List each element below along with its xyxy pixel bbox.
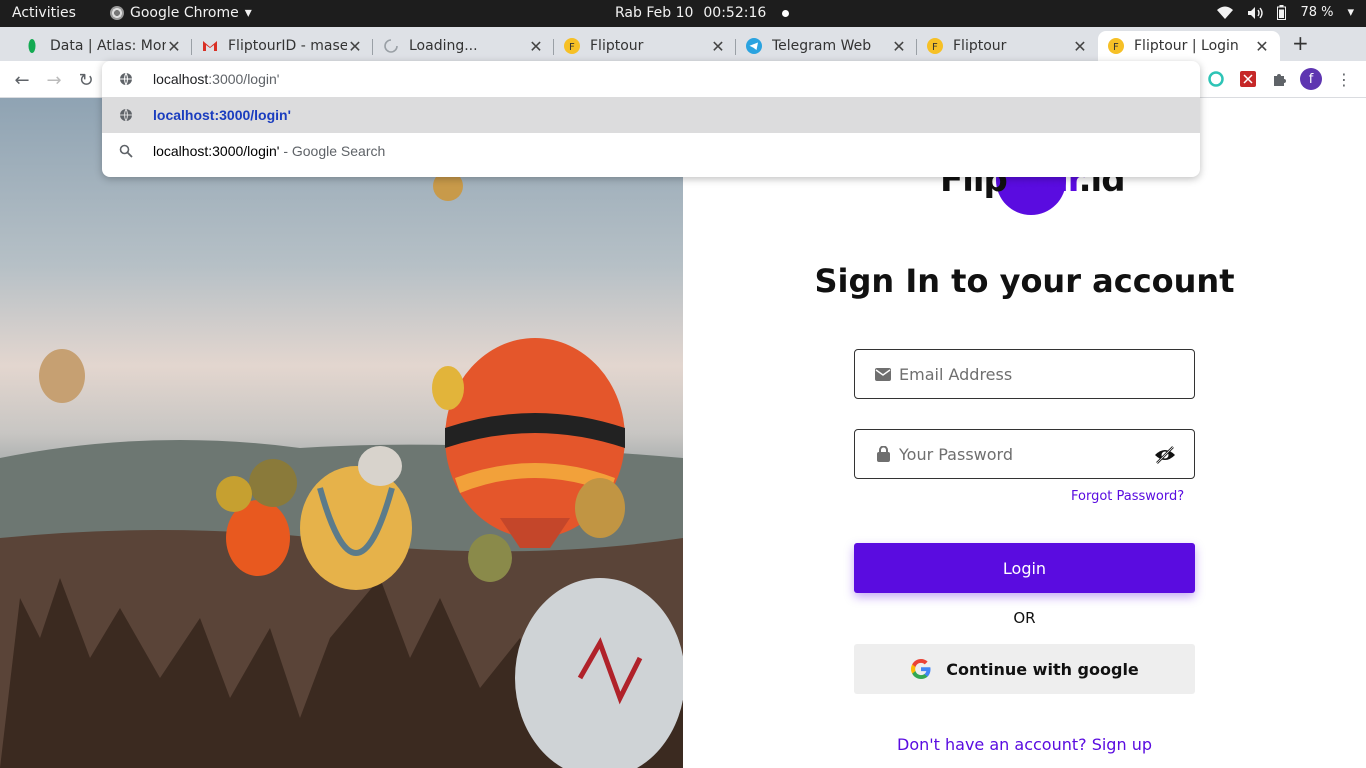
address-host: localhost — [153, 71, 209, 87]
omnibox-suggestion-url[interactable]: localhost:3000/login' — [102, 97, 1200, 133]
search-query-text: localhost:3000/login' — [153, 143, 280, 159]
clock-time: 00:52:16 — [703, 5, 767, 21]
tab-gmail[interactable]: FliptourID - mase ✕ — [192, 31, 373, 61]
tab-title: Fliptour | Login — [1134, 38, 1239, 54]
back-arrow-icon[interactable]: ← — [11, 69, 33, 91]
svg-text:F: F — [1113, 42, 1119, 53]
extension-red-icon[interactable] — [1238, 69, 1258, 89]
tab-fliptour-1[interactable]: F Fliptour ✕ — [554, 31, 736, 61]
telegram-icon — [746, 38, 762, 54]
svg-text:F: F — [569, 42, 575, 53]
notification-dot — [782, 9, 790, 17]
close-tab-icon[interactable]: ✕ — [528, 37, 544, 56]
chrome-icon — [110, 6, 124, 20]
tab-loading[interactable]: Loading... ✕ — [373, 31, 554, 61]
svg-text:F: F — [932, 42, 938, 53]
wifi-icon — [1217, 6, 1234, 19]
puzzle-extensions-icon[interactable] — [1270, 69, 1290, 89]
loading-spinner-icon — [383, 38, 399, 54]
forward-arrow-icon[interactable]: → — [43, 69, 65, 91]
omnibox-dropdown: localhost:3000/login' localhost:3000/log… — [102, 61, 1200, 177]
envelope-icon — [875, 366, 891, 382]
tab-fliptour-2[interactable]: F Fliptour ✕ — [917, 31, 1098, 61]
suggestion-url-text: localhost:3000/login' — [153, 107, 291, 123]
balloons-illustration — [0, 171, 683, 768]
tab-title: Data | Atlas: Mon — [50, 38, 166, 54]
balloon-striped — [300, 466, 412, 590]
app-menu-label: Google Chrome — [130, 5, 239, 21]
search-icon — [119, 144, 133, 158]
page-title: Sign In to your account — [814, 262, 1235, 300]
tab-title: Fliptour — [590, 38, 644, 54]
caret-down-icon: ▾ — [244, 5, 252, 21]
new-tab-button[interactable]: + — [1292, 31, 1309, 55]
hero-balloons-image — [0, 98, 683, 768]
reload-icon[interactable]: ↻ — [75, 69, 97, 91]
status-area[interactable]: 78 % ▾ — [1217, 5, 1354, 20]
close-tab-icon[interactable]: ✕ — [1254, 37, 1270, 56]
tab-telegram[interactable]: Telegram Web ✕ — [736, 31, 917, 61]
mongodb-leaf-icon — [24, 38, 40, 54]
extension-circle-icon[interactable] — [1206, 69, 1226, 89]
clock-day: Rab Feb 10 — [615, 5, 694, 21]
or-divider: OR — [1013, 609, 1036, 627]
address-bar-input[interactable]: localhost:3000/login' — [102, 61, 1200, 97]
tab-title: Loading... — [409, 38, 478, 54]
tab-strip: Data | Atlas: Mon ✕ FliptourID - mase ✕ … — [0, 27, 1366, 61]
omnibox-suggestion-search[interactable]: localhost:3000/login' - Google Search — [102, 133, 1200, 169]
close-tab-icon[interactable]: ✕ — [347, 37, 363, 56]
activities-button[interactable]: Activities — [12, 5, 76, 21]
password-field[interactable]: Your Password — [854, 429, 1195, 479]
close-tab-icon[interactable]: ✕ — [1072, 37, 1088, 56]
clock[interactable]: Rab Feb 10 00:52:16 — [615, 5, 790, 21]
google-icon — [911, 659, 931, 679]
tab-title: FliptourID - mase — [228, 38, 347, 54]
search-suffix-text: - Google Search — [279, 143, 386, 159]
close-tab-icon[interactable]: ✕ — [710, 37, 726, 56]
signup-link[interactable]: Don't have an account? Sign up — [683, 735, 1366, 754]
lock-icon — [875, 446, 891, 462]
tab-title: Fliptour — [953, 38, 1007, 54]
app-menu[interactable]: Google Chrome ▾ — [110, 5, 252, 21]
email-placeholder: Email Address — [899, 364, 1013, 384]
password-placeholder: Your Password — [899, 444, 1013, 464]
email-field[interactable]: Email Address — [854, 349, 1195, 399]
tab-fliptour-login[interactable]: F Fliptour | Login ✕ — [1098, 31, 1280, 61]
google-button-label: Continue with google — [946, 659, 1139, 679]
forgot-password-link[interactable]: Forgot Password? — [1071, 489, 1184, 504]
system-menu-caret-icon: ▾ — [1347, 5, 1354, 20]
address-path: :3000/login' — [208, 71, 280, 87]
system-top-bar: Activities Google Chrome ▾ Rab Feb 10 00… — [0, 0, 1366, 27]
close-tab-icon[interactable]: ✕ — [891, 37, 907, 56]
gmail-icon — [202, 38, 218, 54]
kebab-menu-icon[interactable]: ⋮ — [1334, 69, 1354, 89]
profile-avatar[interactable]: f — [1300, 68, 1322, 90]
google-login-button[interactable]: Continue with google — [854, 644, 1195, 694]
tab-title: Telegram Web — [772, 38, 872, 54]
battery-icon — [1277, 5, 1287, 20]
fliptour-icon: F — [1108, 38, 1124, 54]
globe-icon — [120, 72, 132, 86]
close-tab-icon[interactable]: ✕ — [166, 37, 182, 56]
fliptour-icon: F — [564, 38, 580, 54]
fliptour-icon: F — [927, 38, 943, 54]
login-button[interactable]: Login — [854, 543, 1195, 593]
tab-mongodb[interactable]: Data | Atlas: Mon ✕ — [14, 31, 192, 61]
eye-slash-icon[interactable] — [1154, 445, 1176, 465]
globe-icon — [120, 108, 132, 122]
battery-label: 78 % — [1300, 5, 1334, 20]
volume-icon — [1248, 6, 1264, 19]
